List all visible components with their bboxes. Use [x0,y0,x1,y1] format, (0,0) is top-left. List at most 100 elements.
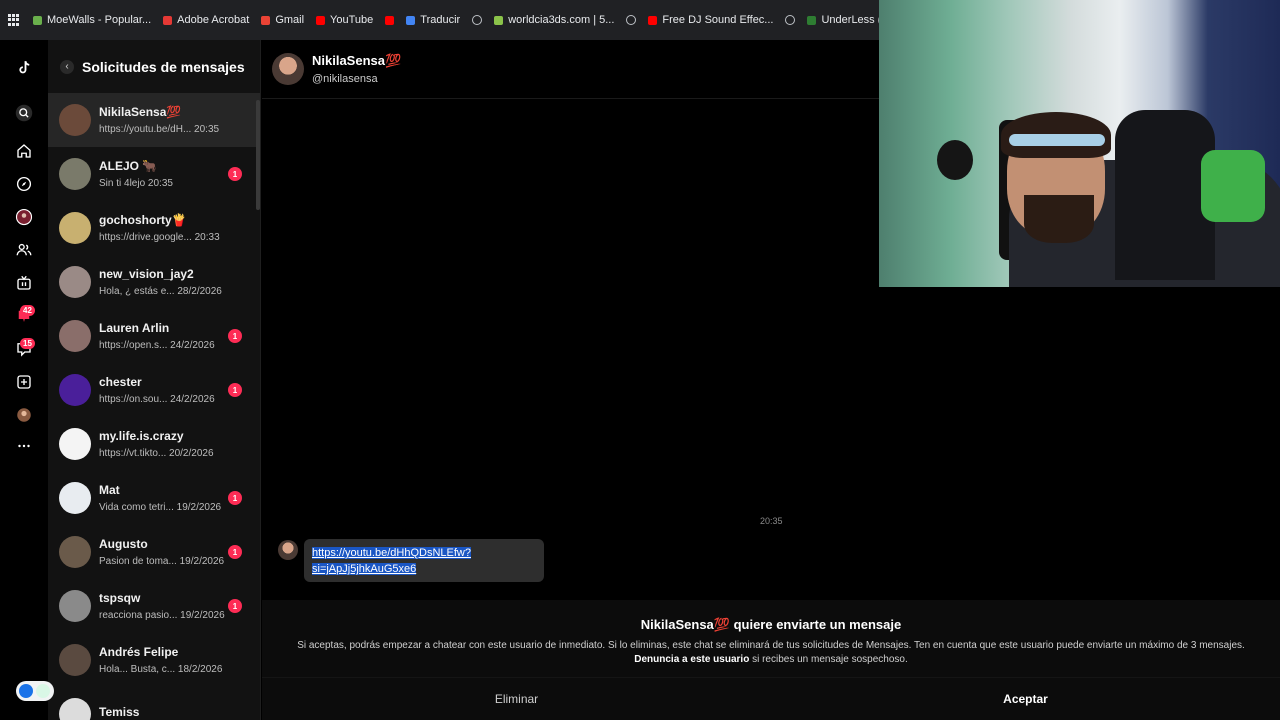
back-arrow-icon[interactable]: ‹ [60,59,74,74]
list-scrollbar[interactable] [256,100,260,210]
conversation-item[interactable]: tspsqw reacciona pasio... 19/2/2026 1 [48,579,260,633]
live-icon[interactable] [14,273,34,293]
left-nav-rail: 42 15 [0,40,48,720]
conversation-avatar [59,212,91,244]
bookmark-favicon-icon [807,15,817,25]
chat-user-name[interactable]: NikilaSensa💯 [312,53,401,69]
message-link-line2[interactable]: si=jApJj5jhkAuG5xe6 [312,563,417,575]
conversation-item[interactable]: Temiss [48,687,260,720]
chat-avatar[interactable] [272,53,304,85]
conversation-preview: Sin ti 4lejo 20:35 [99,178,173,189]
conversation-preview: https://youtu.be/dH... 20:35 [99,124,220,135]
conversation-items: NikilaSensa💯 https://youtu.be/dH... 20:35… [48,93,260,720]
search-icon[interactable] [14,103,34,123]
conversation-name: my.life.is.crazy [99,429,184,443]
widget-play-icon[interactable] [19,684,33,698]
bookmark-favicon-icon [648,15,658,25]
conversation-preview: Hola... Busta, c... 18/2/2026 [99,664,223,675]
bookmark-favicon-icon [163,15,173,25]
conversation-item[interactable]: Mat Vida como tetri... 19/2/2026 1 [48,471,260,525]
bookmark-favicon-icon [385,15,395,25]
bookmarks-bar: MoeWalls - Popular... Adobe Acrobat Gmail Y… [0,0,1038,40]
conversation-item[interactable]: chester https://on.sou... 24/2/2026 1 [48,363,260,417]
bookmark-label: worldcia3ds.com | 5... [508,14,615,26]
accept-button[interactable]: Aceptar [771,678,1280,720]
conversation-preview: https://vt.tikto... 20/2/2026 [99,448,214,459]
bottom-widget[interactable] [16,681,54,701]
person-beard [1024,195,1094,243]
bookmark-item[interactable]: Gmail [261,14,304,26]
conversation-item[interactable]: new_vision_jay2 Hola, ¿ estás e... 28/2/2… [48,255,260,309]
conversation-item[interactable]: ALEJO 🐂 Sin ti 4lejo 20:35 1 [48,147,260,201]
friends-icon[interactable] [14,240,34,260]
globe-icon [785,15,796,25]
unread-count-badge: 1 [228,491,242,505]
unread-count-badge: 1 [228,599,242,613]
conversation-avatar [59,698,91,720]
message-timestamp: 20:35 [760,516,783,526]
tiktok-logo-icon[interactable] [14,58,34,78]
request-body-suffix: si recibes un mensaje sospechoso. [752,654,908,665]
message-request-panel: NikilaSensa💯 quiere enviarte un mensaje … [262,600,1280,720]
conversation-avatar [59,320,91,352]
request-actions: Eliminar Aceptar [262,677,1280,720]
activity-badge: 42 [20,305,35,316]
conversation-name: Temiss [99,704,140,719]
bookmark-item[interactable] [785,15,796,25]
bookmark-item[interactable] [472,15,483,25]
conversation-item[interactable]: gochoshorty🍟 https://drive.google... 20:3… [48,201,260,255]
conversation-avatar [59,104,91,136]
profile-avatar-icon[interactable] [14,207,34,227]
report-user-link[interactable]: Denuncia a este usuario [634,654,749,665]
more-icon[interactable] [14,436,34,456]
widget-power-icon[interactable] [36,684,50,698]
bookmark-item[interactable]: MoeWalls - Popular... [33,14,151,26]
conversation-avatar [59,428,91,460]
conversation-avatar [59,374,91,406]
chat-header: NikilaSensa💯 @nikilasensa [262,40,879,99]
conversation-item[interactable]: Lauren Arlin https://open.s... 24/2/2026 1 [48,309,260,363]
conversation-name: Augusto [99,537,148,551]
conversation-item[interactable]: Andrés Felipe Hola... Busta, c... 18/2/20… [48,633,260,687]
bookmark-item[interactable]: Traducir [406,14,460,26]
creeper-pillow [1201,150,1265,222]
message-link-line1[interactable]: https://youtu.be/dHhQDsNLEfw? [312,547,471,559]
conversation-item[interactable]: my.life.is.crazy https://vt.tikto... 20/2… [48,417,260,471]
globe-icon [626,15,637,25]
bookmark-label: MoeWalls - Popular... [47,14,152,26]
apps-grid-icon[interactable] [8,14,19,26]
bookmark-favicon-icon [33,15,42,25]
bookmark-label: Adobe Acrobat [177,14,250,26]
bookmark-item[interactable]: YouTube [316,14,373,26]
bookmark-favicon-icon [406,15,416,25]
conversation-name: gochoshorty🍟 [99,213,187,227]
list-title: Solicitudes de mensajes [82,58,245,75]
bookmark-item[interactable]: worldcia3ds.com | 5... [494,14,614,26]
conversation-preview: Hola, ¿ estás e... 28/2/2026 [99,286,222,297]
user-avatar-icon[interactable] [14,405,34,425]
conversation-preview: https://drive.google... 20:33 [99,232,220,243]
bookmark-favicon-icon [494,15,504,25]
bookmark-item[interactable] [626,15,637,25]
conversation-item[interactable]: Augusto Pasion de toma... 19/2/2026 1 [48,525,260,579]
conversation-name: ALEJO 🐂 [99,159,158,173]
upload-icon[interactable] [14,372,34,392]
unread-count-badge: 1 [228,167,242,181]
bookmark-item[interactable] [385,15,395,25]
plush-toy [937,140,973,180]
conversation-preview: Pasion de toma... 19/2/2026 [99,556,225,567]
bookmark-item[interactable]: Free DJ Sound Effec... [648,14,773,26]
bookmark-item[interactable]: Adobe Acrobat [163,14,249,26]
unread-count-badge: 1 [228,383,242,397]
conversation-item[interactable]: NikilaSensa💯 https://youtu.be/dH... 20:35 [48,93,260,147]
message-bubble: https://youtu.be/dHhQDsNLEfw? si=jApJj5j… [304,539,544,582]
chat-user-handle: @nikilasensa [312,73,378,85]
conversation-name: chester [99,375,142,389]
explore-icon[interactable] [14,174,34,194]
bookmark-label: Traducir [420,14,461,26]
home-icon[interactable] [14,141,34,161]
message-sender-avatar [278,540,298,560]
bookmark-label: Gmail [275,14,305,26]
webcam-overlay [879,0,1280,287]
delete-button[interactable]: Eliminar [262,678,771,720]
